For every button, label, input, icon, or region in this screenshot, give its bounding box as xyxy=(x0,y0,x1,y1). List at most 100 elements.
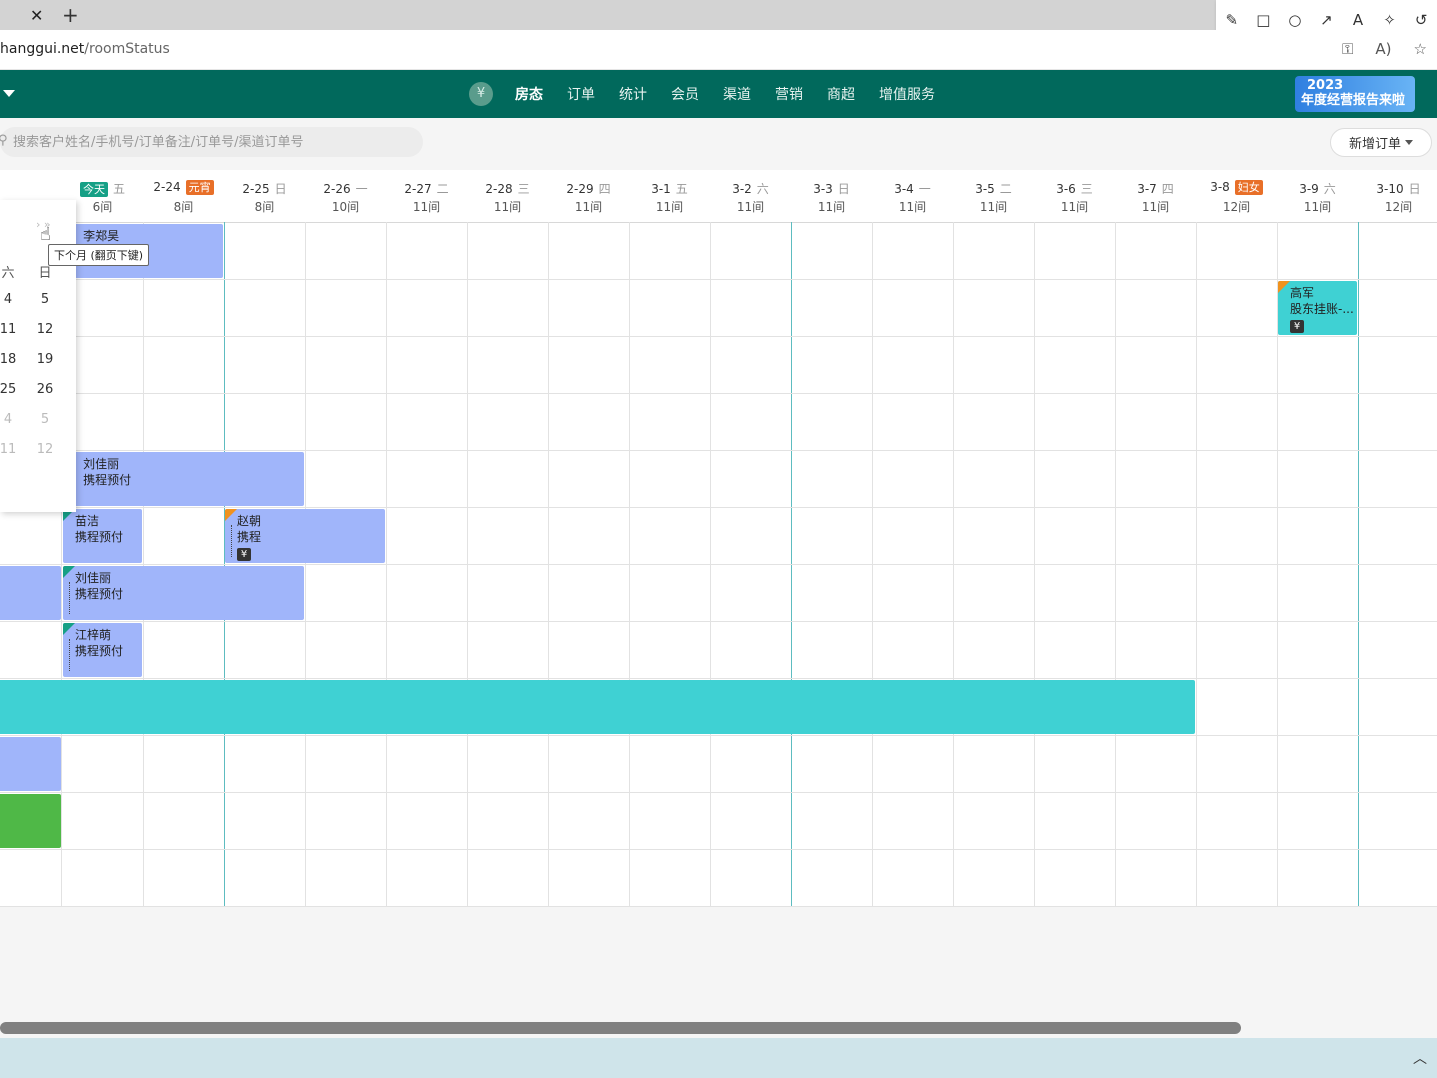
date-column-header[interactable]: 3-1 五 11间 xyxy=(629,170,710,222)
booking-link-dots xyxy=(69,582,70,614)
date-column-header[interactable]: 2-25 日 8间 xyxy=(224,170,305,222)
calendar-day[interactable]: 12 xyxy=(35,322,55,337)
available-rooms-count: 11间 xyxy=(1141,200,1170,214)
booking-block[interactable]: 苗洁 携程预付 xyxy=(63,509,142,563)
booking-block[interactable]: 江梓萌 携程预付 xyxy=(63,623,142,677)
search-input[interactable] xyxy=(13,132,413,152)
calendar-day[interactable]: 5 xyxy=(35,412,55,427)
close-tab-icon[interactable]: ✕ xyxy=(30,6,43,25)
calendar-day[interactable]: 26 xyxy=(35,382,55,397)
pencil-icon[interactable]: ✎ xyxy=(1221,11,1243,29)
weekday-sat: 六 xyxy=(1,266,15,281)
nav-item[interactable]: 营销 xyxy=(775,84,803,104)
new-tab-button[interactable]: + xyxy=(62,3,79,27)
annual-report-banner[interactable]: 2023 年度经营报告来啦 xyxy=(1295,76,1415,112)
text-icon[interactable]: A xyxy=(1347,11,1369,29)
new-order-label: 新增订单 xyxy=(1348,137,1401,152)
available-rooms-count: 11间 xyxy=(898,200,927,214)
chevron-up-icon[interactable]: ︿ xyxy=(1413,1048,1427,1068)
calendar-day[interactable]: 12 xyxy=(35,442,55,457)
weekday-text: 一 xyxy=(918,182,931,196)
date-text: 3-1 xyxy=(651,182,671,196)
calendar-day[interactable]: 4 xyxy=(0,292,18,307)
circle-icon[interactable]: ○ xyxy=(1284,11,1306,29)
date-column-header[interactable]: 2-28 三 11间 xyxy=(467,170,548,222)
booking-block[interactable] xyxy=(0,680,1195,734)
search-icon: ⚲ xyxy=(0,133,8,148)
grid-row-line xyxy=(0,792,1437,793)
date-column-header[interactable]: 2-24 元宵 8间 xyxy=(143,170,224,222)
date-column-header[interactable]: 2-26 一 10间 xyxy=(305,170,386,222)
header-divider xyxy=(0,222,1437,223)
date-column-header[interactable]: 3-7 四 11间 xyxy=(1115,170,1196,222)
payment-yen-icon: ¥ xyxy=(237,548,251,561)
chevron-down-icon xyxy=(1405,140,1413,145)
date-text: 3-10 xyxy=(1376,182,1404,196)
booking-channel: 携程 xyxy=(237,530,262,544)
nav-item[interactable]: 统计 xyxy=(619,84,647,104)
nav-item[interactable]: 订单 xyxy=(567,84,595,104)
booking-block[interactable] xyxy=(0,737,61,791)
booking-block[interactable]: 刘佳丽 携程预付 xyxy=(71,452,304,506)
date-column-header[interactable]: 3-10 日 12间 xyxy=(1358,170,1437,222)
booking-block[interactable]: 赵朝 携程 ¥ xyxy=(225,509,385,563)
payment-yen-icon: ¥ xyxy=(1290,320,1304,333)
date-column-header[interactable]: 3-2 六 11间 xyxy=(710,170,791,222)
favorite-star-icon[interactable]: ☆ xyxy=(1414,40,1427,58)
yen-icon[interactable]: ¥ xyxy=(469,82,493,106)
app-header: ¥ 房态 订单 统计 会员 渠道 营销 商超 增值服务 2023 年度经营报告来啦 xyxy=(0,70,1437,118)
nav-item[interactable]: 会员 xyxy=(671,84,699,104)
horizontal-scrollbar-thumb[interactable] xyxy=(0,1022,1241,1034)
date-text: 3-3 xyxy=(813,182,833,196)
grid-row-line xyxy=(0,621,1437,622)
booking-block[interactable] xyxy=(0,566,61,620)
today-badge: 今天 xyxy=(79,182,108,197)
grid-row-line xyxy=(0,393,1437,394)
available-rooms-count: 11间 xyxy=(979,200,1008,214)
key-icon[interactable]: ⚿ xyxy=(1342,40,1353,58)
weekday-text: 四 xyxy=(598,182,611,196)
date-column-header[interactable]: 2-29 四 11间 xyxy=(548,170,629,222)
date-column-header[interactable]: 3-5 二 11间 xyxy=(953,170,1034,222)
available-rooms-count: 11间 xyxy=(1303,200,1332,214)
url-text[interactable]: hanggui.net/roomStatus xyxy=(0,41,170,57)
calendar-day[interactable]: 18 xyxy=(0,352,18,367)
calendar-day[interactable]: 11 xyxy=(0,442,18,457)
date-column-header[interactable]: 3-6 三 11间 xyxy=(1034,170,1115,222)
address-bar[interactable]: hanggui.net/roomStatus ⚿ A) ☆ xyxy=(0,30,1437,70)
undo-icon[interactable]: ↺ xyxy=(1410,11,1432,29)
read-aloud-icon[interactable]: A) xyxy=(1375,40,1391,58)
date-column-header[interactable]: 3-8 妇女 12间 xyxy=(1196,170,1277,222)
booking-block[interactable]: 刘佳丽 携程预付 xyxy=(63,566,304,620)
nav-item[interactable]: 商超 xyxy=(827,84,855,104)
calendar-day[interactable]: 19 xyxy=(35,352,55,367)
date-column-header[interactable]: 3-9 六 11间 xyxy=(1277,170,1358,222)
date-column-header[interactable]: 3-4 一 11间 xyxy=(872,170,953,222)
booking-channel: 携程预付 xyxy=(75,530,124,544)
nav-item[interactable]: 房态 xyxy=(515,84,543,104)
new-order-button[interactable]: 新增订单 xyxy=(1330,128,1432,157)
rectangle-icon[interactable]: □ xyxy=(1252,11,1274,29)
arrow-icon[interactable]: ↗ xyxy=(1315,11,1337,29)
calendar-day[interactable]: 25 xyxy=(0,382,18,397)
available-rooms-count: 8间 xyxy=(173,200,194,214)
booking-channel: 携程预付 xyxy=(75,644,124,658)
date-label: 2-28 三 xyxy=(467,180,548,197)
calendar-day[interactable]: 4 xyxy=(0,412,18,427)
nav-item[interactable]: 增值服务 xyxy=(879,84,935,104)
available-rooms-count: 11间 xyxy=(412,200,441,214)
room-status-grid: 今天五 6间 2-24 元宵 8间 2-25 日 8间 2-26 一 10间 2-27 二 11间 2-28… xyxy=(0,170,1437,907)
booking-block[interactable]: 高军 股东挂账-... ¥ xyxy=(1278,281,1357,335)
date-text: 3-4 xyxy=(894,182,914,196)
date-column-header[interactable]: 3-3 日 11间 xyxy=(791,170,872,222)
weekday-text: 六 xyxy=(756,182,769,196)
date-column-header[interactable]: 2-27 二 11间 xyxy=(386,170,467,222)
calendar-day[interactable]: 11 xyxy=(0,322,18,337)
calendar-day[interactable]: 5 xyxy=(35,292,55,307)
magic-icon[interactable]: ✧ xyxy=(1379,11,1401,29)
date-label: 2-24 元宵 xyxy=(143,180,224,195)
booking-block[interactable] xyxy=(0,794,61,848)
nav-item[interactable]: 渠道 xyxy=(723,84,751,104)
date-label: 3-7 四 xyxy=(1115,180,1196,197)
menu-dropdown-icon[interactable] xyxy=(3,90,15,97)
